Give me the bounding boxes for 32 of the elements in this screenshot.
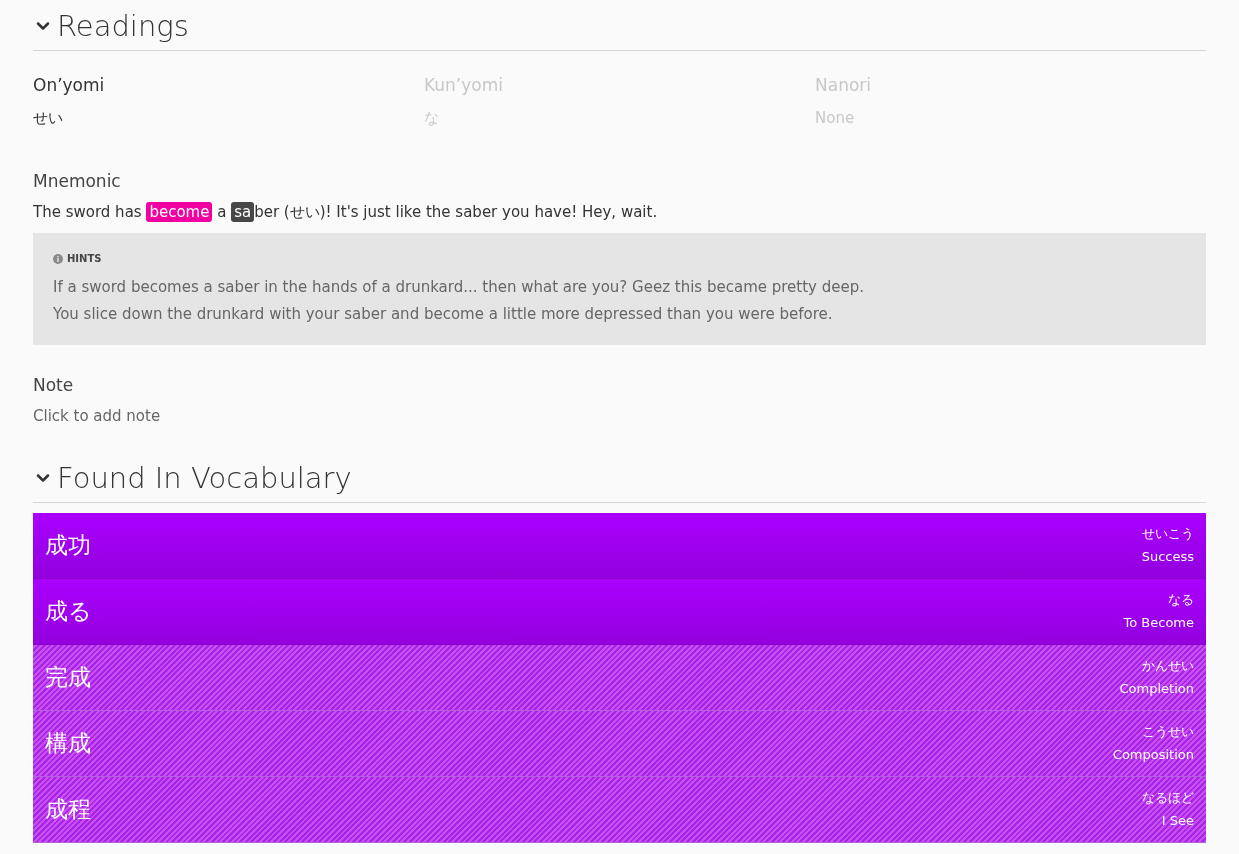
vocabulary-row[interactable]: 完成 かんせい Completion xyxy=(33,644,1206,711)
vocabulary-row[interactable]: 成る なる To Become xyxy=(33,578,1206,645)
reading-value: せい xyxy=(33,107,64,129)
vocabulary-word: 成る xyxy=(45,596,92,626)
vocabulary-reading: こうせい xyxy=(1142,722,1194,741)
vocabulary-meaning: I See xyxy=(1161,812,1194,830)
info-icon xyxy=(53,253,63,264)
vocabulary-reading: せいこう xyxy=(1142,524,1194,543)
vocabulary-meaning: Completion xyxy=(1119,680,1194,698)
vocabulary-word: 成程 xyxy=(45,794,91,824)
vocabulary-row[interactable]: 成功 せいこう Success xyxy=(33,512,1206,579)
vocabulary-word: 成功 xyxy=(45,530,91,560)
vocabulary-meaning: To Become xyxy=(1123,614,1194,632)
section-title: Found In Vocabulary xyxy=(57,459,352,497)
hint-text: You slice down the drunkard with your saber and become a little more depressed than you were before. xyxy=(53,303,834,325)
reading-label: On’yomi xyxy=(33,74,106,97)
vocabulary-meaning: Success xyxy=(1141,548,1194,566)
vocabulary-row[interactable]: 成程 なるほど I See xyxy=(33,776,1206,843)
vocabulary-word: 構成 xyxy=(45,728,91,758)
vocabulary-meaning: Composition xyxy=(1112,746,1194,764)
mnemonic-text: The sword has become a sa ber (せい)! It's just like the saber you have! Hey, wait. xyxy=(33,200,659,223)
vocabulary-row[interactable]: 構成 こうせい Composition xyxy=(33,710,1206,777)
vocabulary-reading: なるほど xyxy=(1142,788,1194,807)
vocabulary-word: 完成 xyxy=(45,662,91,692)
hint-text: If a sword becomes a saber in the hands of a drunkard... then what are you? Geez this became pretty deep. xyxy=(53,277,866,298)
vocabulary-reading: かんせい xyxy=(1142,656,1194,675)
note-label: Note xyxy=(33,374,75,397)
add-note-link[interactable]: Click to add note xyxy=(33,404,161,427)
hints-title: HINTS xyxy=(67,252,102,266)
section-title: Readings xyxy=(57,8,189,45)
mnemonic-label: Mnemonic xyxy=(33,170,122,193)
vocabulary-reading: なる xyxy=(1168,590,1194,609)
